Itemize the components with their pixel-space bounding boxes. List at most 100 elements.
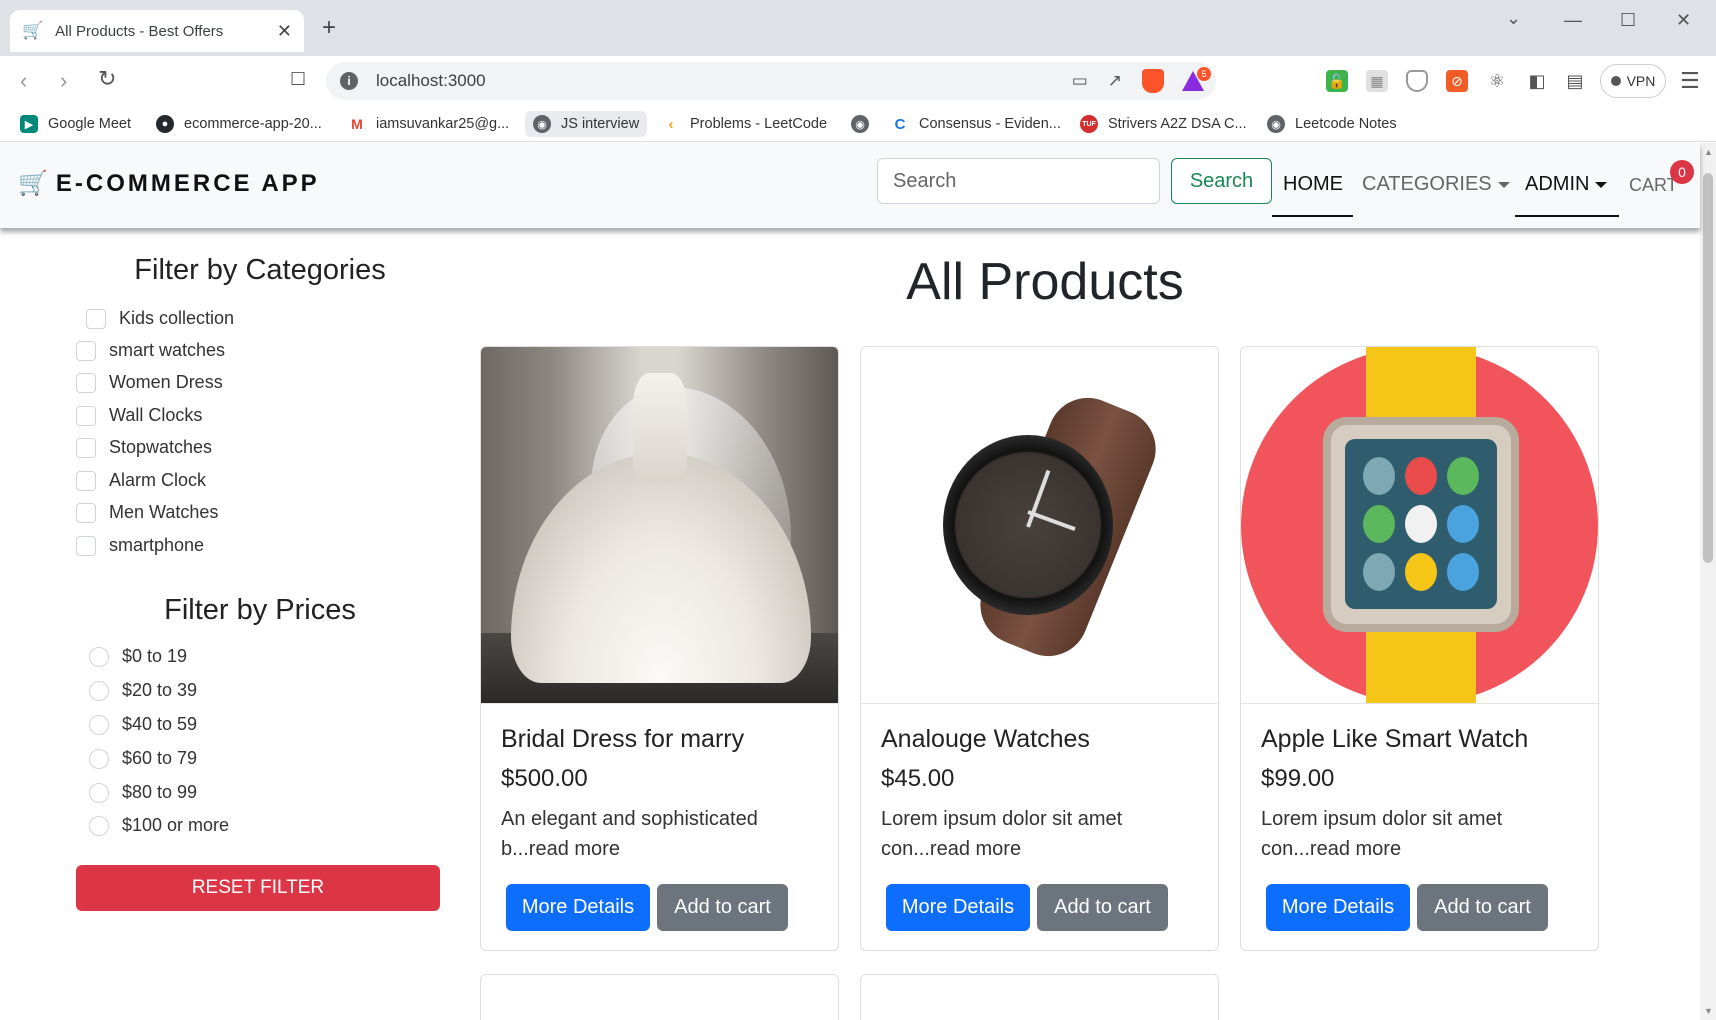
- radio-circle[interactable]: [89, 815, 109, 836]
- bookmark-page-icon[interactable]: ☐: [290, 69, 306, 90]
- blocker-extension-icon[interactable]: ⊘: [1446, 70, 1468, 92]
- cast-icon[interactable]: ▭: [1072, 71, 1088, 91]
- search-button[interactable]: Search: [1171, 158, 1272, 204]
- checkbox-box[interactable]: [76, 372, 96, 393]
- browser-tab-strip: 🛒 All Products - Best Offers ✕ + ⌄ — ☐ ✕: [0, 0, 1716, 56]
- brave-shields-icon[interactable]: [1142, 69, 1164, 93]
- reload-button[interactable]: ↻: [98, 66, 116, 92]
- nav-admin-dropdown[interactable]: ADMIN: [1525, 173, 1608, 196]
- radio-circle[interactable]: [89, 748, 109, 769]
- category-checkbox[interactable]: Women Dress: [76, 372, 223, 393]
- tab-search-icon[interactable]: ⌄: [1506, 8, 1521, 29]
- shield-extension-icon[interactable]: [1406, 70, 1428, 92]
- nav-cart-link[interactable]: CART: [1629, 175, 1678, 196]
- new-tab-button[interactable]: +: [322, 14, 336, 42]
- bookmark-item[interactable]: ● ecommerce-app-20...: [156, 111, 322, 137]
- tuf-icon: TUF: [1080, 115, 1098, 133]
- category-checkbox[interactable]: Kids collection: [86, 308, 234, 329]
- radio-circle[interactable]: [89, 680, 109, 701]
- bookmark-item[interactable]: C Consensus - Eviden...: [891, 111, 1061, 137]
- nav-categories-dropdown[interactable]: CATEGORIES: [1362, 173, 1510, 196]
- more-details-button[interactable]: More Details: [886, 884, 1030, 931]
- scroll-down-arrow-icon[interactable]: ▼: [1704, 1006, 1713, 1016]
- gmail-icon: M: [348, 115, 366, 133]
- vpn-button[interactable]: VPN: [1600, 64, 1666, 98]
- close-tab-icon[interactable]: ✕: [277, 21, 292, 42]
- address-bar[interactable]: i localhost:3000 ▭ ↗ 5: [326, 62, 1216, 100]
- checkbox-box[interactable]: [76, 437, 96, 458]
- add-to-cart-button[interactable]: Add to cart: [1037, 884, 1168, 931]
- price-radio[interactable]: $20 to 39: [89, 680, 197, 701]
- browser-tab[interactable]: 🛒 All Products - Best Offers ✕: [10, 10, 304, 52]
- checkbox-box[interactable]: [76, 502, 96, 523]
- category-checkbox[interactable]: smartphone: [76, 535, 204, 556]
- shopping-cart-icon: 🛒: [18, 170, 48, 197]
- bookmark-item[interactable]: M iamsuvankar25@g...: [348, 111, 509, 137]
- radio-circle[interactable]: [89, 714, 109, 735]
- bookmark-item[interactable]: ‹ Problems - LeetCode: [662, 111, 827, 137]
- product-card-partial[interactable]: [480, 974, 839, 1020]
- radio-circle[interactable]: [89, 646, 109, 667]
- checkbox-box[interactable]: [86, 308, 106, 329]
- brand-link[interactable]: 🛒 E-COMMERCE APP: [18, 169, 320, 198]
- price-radio[interactable]: $60 to 79: [89, 748, 197, 769]
- product-image-bridal-dress[interactable]: [481, 347, 838, 704]
- category-checkbox[interactable]: smart watches: [76, 340, 225, 361]
- scrollbar-thumb[interactable]: [1703, 173, 1713, 563]
- more-details-button[interactable]: More Details: [1266, 884, 1410, 931]
- bookmark-item[interactable]: ▶ Google Meet: [20, 111, 131, 137]
- page-content: Filter by Categories Kids collection sma…: [0, 228, 1700, 1020]
- url-text[interactable]: localhost:3000: [376, 71, 1072, 91]
- share-icon[interactable]: ↗: [1108, 71, 1122, 91]
- back-button[interactable]: ‹: [20, 68, 27, 94]
- add-to-cart-button[interactable]: Add to cart: [1417, 884, 1548, 931]
- minimize-button[interactable]: —: [1564, 10, 1582, 31]
- price-radio[interactable]: $80 to 99: [89, 782, 197, 803]
- checkbox-box[interactable]: [76, 535, 96, 556]
- browser-menu-icon[interactable]: ☰: [1680, 68, 1700, 94]
- category-label: Stopwatches: [109, 437, 213, 457]
- product-description: An elegant and sophisticated b...read mo…: [501, 808, 758, 860]
- reset-filter-button[interactable]: RESET FILTER: [76, 865, 440, 911]
- search-input[interactable]: [877, 158, 1160, 204]
- category-checkbox[interactable]: Stopwatches: [76, 437, 212, 458]
- wallet-icon[interactable]: ▤: [1564, 70, 1586, 92]
- extensions-puzzle-icon[interactable]: ⚛: [1486, 70, 1508, 92]
- category-checkbox[interactable]: Men Watches: [76, 502, 218, 523]
- scroll-up-arrow-icon[interactable]: ▲: [1704, 147, 1713, 157]
- extension-icon[interactable]: ▦: [1366, 70, 1388, 92]
- category-label: Alarm Clock: [109, 470, 207, 490]
- more-details-button[interactable]: More Details: [506, 884, 650, 931]
- product-image-smart-watch[interactable]: [1241, 347, 1598, 704]
- bookmark-label: iamsuvankar25@g...: [376, 116, 510, 132]
- category-checkbox[interactable]: Wall Clocks: [76, 405, 202, 426]
- price-radio[interactable]: $100 or more: [89, 815, 229, 836]
- site-info-icon[interactable]: i: [340, 72, 358, 90]
- product-card: Analouge Watches $45.00 Lorem ipsum dolo…: [860, 346, 1219, 951]
- product-image-analog-watch[interactable]: [861, 347, 1218, 704]
- category-checkbox[interactable]: Alarm Clock: [76, 470, 206, 491]
- page-scrollbar[interactable]: ▲ ▼: [1700, 143, 1716, 1020]
- brave-rewards-icon[interactable]: 5: [1182, 67, 1211, 91]
- product-description: Lorem ipsum dolor sit amet con...read mo…: [881, 808, 1123, 860]
- bookmark-item[interactable]: TUF Strivers A2Z DSA C...: [1080, 111, 1247, 137]
- bookmark-item[interactable]: ◉ Leetcode Notes: [1267, 111, 1397, 137]
- bookmark-item[interactable]: ◉: [851, 111, 879, 137]
- checkbox-box[interactable]: [76, 405, 96, 426]
- bookmark-item[interactable]: ◉ JS interview: [525, 111, 648, 137]
- checkbox-box[interactable]: [76, 470, 96, 491]
- maximize-button[interactable]: ☐: [1620, 10, 1636, 31]
- price-label: $20 to 39: [122, 680, 198, 700]
- password-extension-icon[interactable]: 🔓: [1326, 70, 1348, 92]
- nav-home-link[interactable]: HOME: [1283, 173, 1343, 196]
- radio-circle[interactable]: [89, 782, 109, 803]
- product-card-partial[interactable]: [860, 974, 1219, 1020]
- price-radio[interactable]: $0 to 19: [89, 646, 187, 667]
- close-window-button[interactable]: ✕: [1676, 10, 1691, 31]
- bookmark-label: Strivers A2Z DSA C...: [1108, 116, 1247, 132]
- forward-button[interactable]: ›: [60, 68, 67, 94]
- price-radio[interactable]: $40 to 59: [89, 714, 197, 735]
- add-to-cart-button[interactable]: Add to cart: [657, 884, 788, 931]
- sidebar-toggle-icon[interactable]: ◧: [1526, 70, 1548, 92]
- checkbox-box[interactable]: [76, 340, 96, 361]
